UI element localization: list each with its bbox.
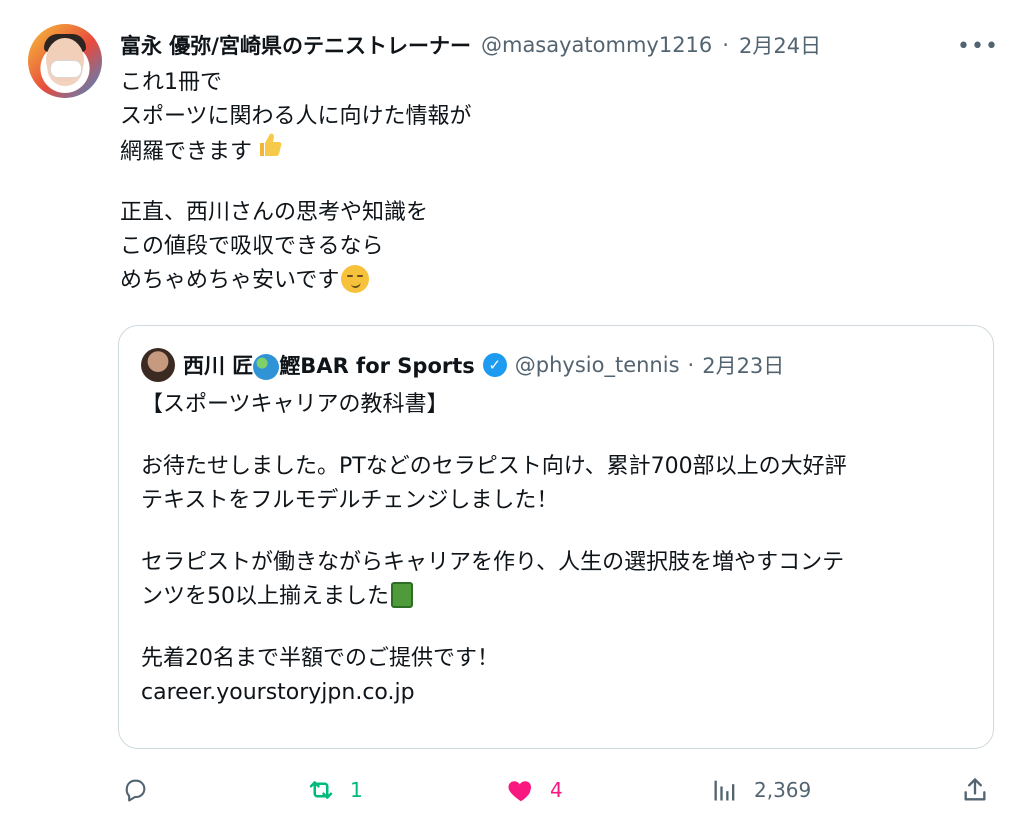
tweet-line	[120, 168, 980, 196]
quoted-line	[141, 614, 971, 642]
quoted-line: セラピストが働きながらキャリアを作り、人生の選択肢を増やすコンテ	[141, 550, 845, 575]
tweet-line: この値段で吸収できるなら	[120, 234, 384, 259]
thumbs-up-icon	[254, 133, 282, 171]
quoted-link[interactable]: career.yourstoryjpn.co.jp	[141, 676, 971, 710]
quoted-author-name[interactable]: 西川 匠鰹BAR for Sports	[183, 350, 475, 380]
views-icon	[710, 775, 740, 805]
quoted-tweet-date[interactable]: 2月23日	[702, 350, 784, 380]
author-avatar[interactable]	[28, 24, 102, 98]
tweet: 富永 優弥/宮崎県のテニストレーナー @masayatommy1216 · 2月…	[0, 0, 1024, 826]
quoted-line: 先着20名まで半額でのご提供です！	[141, 646, 499, 671]
reply-button[interactable]	[120, 770, 164, 810]
tweet-line: 網羅できます	[120, 133, 980, 171]
views-button[interactable]: 2,369	[710, 770, 811, 810]
heart-icon	[506, 775, 536, 805]
quoted-header-separator: ·	[687, 353, 695, 377]
quoted-line	[141, 518, 971, 546]
tweet-line: 正直、西川さんの思考や知識を	[120, 200, 429, 225]
tweet-line: スポーツに関わる人に向けた情報が	[120, 104, 472, 129]
green-book-icon	[391, 582, 413, 608]
tweet-header: 富永 優弥/宮崎県のテニストレーナー @masayatommy1216 · 2月…	[120, 29, 821, 61]
views-count: 2,369	[754, 778, 812, 802]
like-count: 4	[550, 778, 563, 802]
quoted-line: ンツを50以上揃えました	[141, 580, 971, 614]
like-button[interactable]: 4	[506, 770, 563, 810]
quoted-tweet[interactable]: 西川 匠鰹BAR for Sports ✓ @physio_tennis · 2…	[118, 325, 994, 749]
quoted-line: テキストをフルモデルチェンジしました！	[141, 488, 559, 513]
share-button[interactable]	[960, 770, 990, 810]
retweet-count: 1	[350, 778, 363, 802]
header-separator: ·	[722, 33, 729, 57]
author-name[interactable]: 富永 優弥/宮崎県のテニストレーナー	[120, 30, 471, 60]
action-bar: 1 4 2,369	[120, 770, 994, 810]
quoted-line	[141, 422, 971, 450]
quoted-line: お待たせしました。PTなどのセラピスト向け、累計700部以上の大好評	[141, 454, 847, 479]
more-button[interactable]: •••	[957, 30, 998, 62]
retweet-icon	[306, 775, 336, 805]
quoted-tweet-text: 【スポーツキャリアの教科書】 お待たせしました。PTなどのセラピスト向け、累計7…	[141, 388, 971, 710]
more-horizontal-icon: •••	[957, 33, 999, 59]
quoted-tweet-header: 西川 匠鰹BAR for Sports ✓ @physio_tennis · 2…	[183, 346, 784, 384]
tweet-line: めちゃめちゃ安いです	[120, 264, 980, 298]
author-handle[interactable]: @masayatommy1216	[481, 33, 712, 57]
quoted-line: 【スポーツキャリアの教科書】	[141, 392, 449, 417]
tweet-line: これ1冊で	[120, 70, 222, 95]
quoted-author-handle[interactable]: @physio_tennis	[515, 353, 680, 377]
share-icon	[960, 775, 990, 805]
verified-badge-icon: ✓	[482, 353, 507, 377]
reply-icon	[120, 775, 150, 805]
tweet-date[interactable]: 2月24日	[739, 30, 821, 60]
globe-icon	[253, 354, 280, 380]
tweet-text: これ1冊で スポーツに関わる人に向けた情報が 網羅できます 正直、西川さんの思考…	[120, 66, 980, 298]
smirking-face-icon	[341, 265, 370, 293]
retweet-button[interactable]: 1	[306, 770, 363, 810]
quoted-author-avatar[interactable]	[141, 348, 175, 382]
